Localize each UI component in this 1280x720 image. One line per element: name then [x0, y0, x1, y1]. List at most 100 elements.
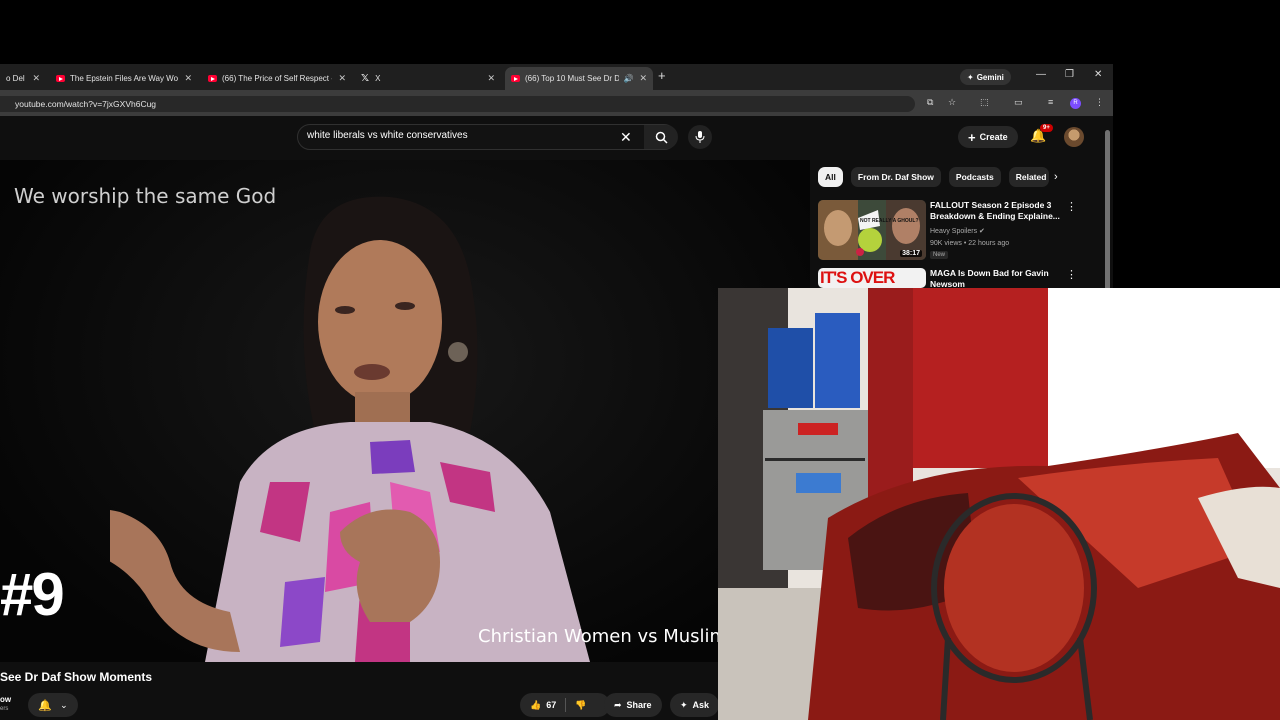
like-button[interactable]: 👍 67	[530, 700, 556, 711]
ask-label: Ask	[692, 700, 710, 710]
search-button[interactable]	[644, 125, 678, 149]
subscription-bell-button[interactable]: 🔔 ⌄	[28, 693, 78, 717]
sparkle-icon: ✦	[680, 699, 688, 710]
create-label: Create	[979, 132, 1008, 142]
recommendation-meta: 90K views • 22 hours ago	[930, 240, 1010, 247]
chip-related[interactable]: Related	[1008, 167, 1049, 187]
tab-2[interactable]: The Epstein Files Are Way Worse ✕	[50, 67, 198, 90]
tab-title: X	[375, 74, 381, 83]
channel-subscribers: ers	[0, 706, 9, 712]
chip-all[interactable]: All	[818, 167, 843, 187]
webcam-room-image	[718, 288, 1280, 720]
page-scrollbar[interactable]	[1105, 130, 1110, 290]
video-caption-bottom: Christian Women vs Muslim	[478, 626, 728, 647]
tab-strip: o Del Gi ✕ The Epstein Files Are Way Wor…	[0, 64, 1113, 90]
tab-title: o Del Gi	[6, 74, 26, 83]
thumbnail-text: IT'S OVER	[820, 268, 895, 287]
sidepanel-icon[interactable]: ▭	[1014, 97, 1023, 108]
gemini-sparkle-icon: ✦	[967, 72, 974, 82]
window-close-icon[interactable]: ✕	[1094, 69, 1102, 80]
gemini-label: Gemini	[976, 72, 1004, 82]
chevron-right-icon[interactable]: ›	[1054, 171, 1058, 183]
extensions-icon[interactable]: ⬚	[980, 97, 989, 108]
share-label: Share	[626, 700, 652, 710]
video-duration: 38:17	[900, 250, 922, 257]
cast-icon[interactable]: ⧉	[927, 97, 933, 108]
tab-4[interactable]: 𝕏 X ✕	[355, 67, 501, 90]
tab-title: The Epstein Files Are Way Worse	[70, 74, 179, 83]
channel-name[interactable]: ow	[0, 695, 11, 704]
share-button[interactable]: ➦ Share	[604, 693, 662, 717]
search-icon	[655, 132, 668, 144]
minimize-icon[interactable]: —	[1036, 69, 1046, 80]
bell-icon: 🔔	[38, 699, 53, 712]
recommendation-channel[interactable]: Heavy Spoilers ✔	[930, 227, 985, 235]
share-arrow-icon: ➦	[614, 699, 622, 710]
recommendation-title[interactable]: MAGA Is Down Bad for Gavin Newsom	[930, 268, 1065, 288]
address-bar-row: youtube.com/watch?v=7jxGXVh6Cug ⧉ ☆ ⬚ ▭ …	[0, 90, 1113, 116]
close-icon[interactable]: ✕	[639, 73, 647, 84]
tab-3[interactable]: (66) The Price of Self Respect - ✕	[202, 67, 352, 90]
youtube-favicon-icon	[56, 75, 65, 82]
verified-icon: ✔	[979, 228, 985, 235]
thumbnail-text: NOT REALLY A GHOUL?	[860, 218, 919, 224]
recommendation-title[interactable]: FALLOUT Season 2 Episode 3 Breakdown & E…	[930, 200, 1065, 222]
close-icon[interactable]: ✕	[338, 73, 346, 84]
youtube-header: ✕ + Create 🔔 9+	[0, 116, 1113, 160]
new-tab-icon[interactable]: +	[658, 68, 666, 83]
like-dislike-group: 👍 67 👎	[520, 693, 610, 717]
speaker-figure-image	[110, 196, 590, 662]
like-count: 67	[546, 700, 557, 710]
menu-kebab-icon[interactable]: ⋮	[1095, 97, 1104, 108]
more-options-icon[interactable]: ⋮	[1066, 268, 1077, 281]
recommendation-thumbnail[interactable]: IT'S OVER	[818, 268, 926, 288]
webcam-overlay	[718, 288, 1280, 720]
close-icon[interactable]: ✕	[32, 73, 40, 84]
tab-1[interactable]: o Del Gi ✕	[0, 67, 46, 90]
recommendation-item[interactable]: IT'S OVER MAGA Is Down Bad for Gavin New…	[818, 268, 1108, 288]
video-caption-top: We worship the same God	[14, 184, 277, 208]
account-avatar[interactable]	[1064, 127, 1084, 147]
divider	[565, 698, 567, 712]
chip-from-channel[interactable]: From Dr. Daf Show	[850, 167, 941, 187]
voice-search-button[interactable]	[688, 125, 712, 149]
video-rank-overlay: #9	[0, 561, 65, 628]
clear-search-icon[interactable]: ✕	[620, 129, 632, 146]
recommendation-thumbnail[interactable]: NOT REALLY A GHOUL? 38:17	[818, 200, 926, 260]
url-field[interactable]: youtube.com/watch?v=7jxGXVh6Cug	[0, 96, 915, 112]
black-margin-top	[0, 0, 1280, 64]
chip-podcasts[interactable]: Podcasts	[948, 167, 1001, 187]
search-input[interactable]	[307, 130, 607, 141]
channel-label: Heavy Spoilers	[930, 228, 978, 235]
new-badge: New	[930, 251, 949, 259]
close-icon[interactable]: ✕	[184, 73, 192, 84]
recommendation-item[interactable]: NOT REALLY A GHOUL? 38:17 FALLOUT Season…	[818, 200, 1108, 264]
ask-button[interactable]: ✦ Ask	[670, 693, 720, 717]
tab-title: (66) Top 10 Must See Dr Da	[525, 74, 620, 83]
tab-5-active[interactable]: (66) Top 10 Must See Dr Da 🔊 ✕	[505, 67, 653, 90]
video-title: See Dr Daf Show Moments	[0, 670, 153, 684]
thumbs-down-icon: 👎	[575, 699, 587, 710]
notification-badge: 9+	[1040, 124, 1053, 132]
media-controls-icon[interactable]: ≡	[1048, 97, 1053, 107]
close-icon[interactable]: ✕	[487, 73, 495, 84]
youtube-favicon-icon	[511, 75, 520, 82]
thumbs-up-icon: 👍	[530, 699, 542, 710]
tab-title: (66) The Price of Self Respect -	[222, 74, 333, 83]
bookmark-star-icon[interactable]: ☆	[948, 97, 956, 108]
video-player[interactable]: We worship the same God #9 Christian Wom…	[0, 160, 810, 662]
more-options-icon[interactable]: ⋮	[1066, 200, 1077, 213]
plus-icon: +	[968, 129, 976, 145]
create-button[interactable]: + Create	[958, 126, 1018, 148]
profile-avatar[interactable]: R	[1070, 98, 1081, 109]
restore-icon[interactable]: ❐	[1065, 69, 1074, 80]
x-logo-icon: 𝕏	[361, 73, 370, 84]
chevron-down-icon: ⌄	[60, 699, 68, 710]
search-box: ✕	[297, 124, 678, 150]
microphone-icon	[695, 131, 705, 144]
youtube-favicon-icon	[208, 75, 217, 82]
dislike-button[interactable]: 👎	[575, 700, 586, 711]
gemini-button[interactable]: ✦ Gemini	[960, 69, 1011, 85]
filter-chips: All From Dr. Daf Show Podcasts Related	[818, 167, 1049, 189]
speaker-icon[interactable]: 🔊	[623, 74, 633, 83]
